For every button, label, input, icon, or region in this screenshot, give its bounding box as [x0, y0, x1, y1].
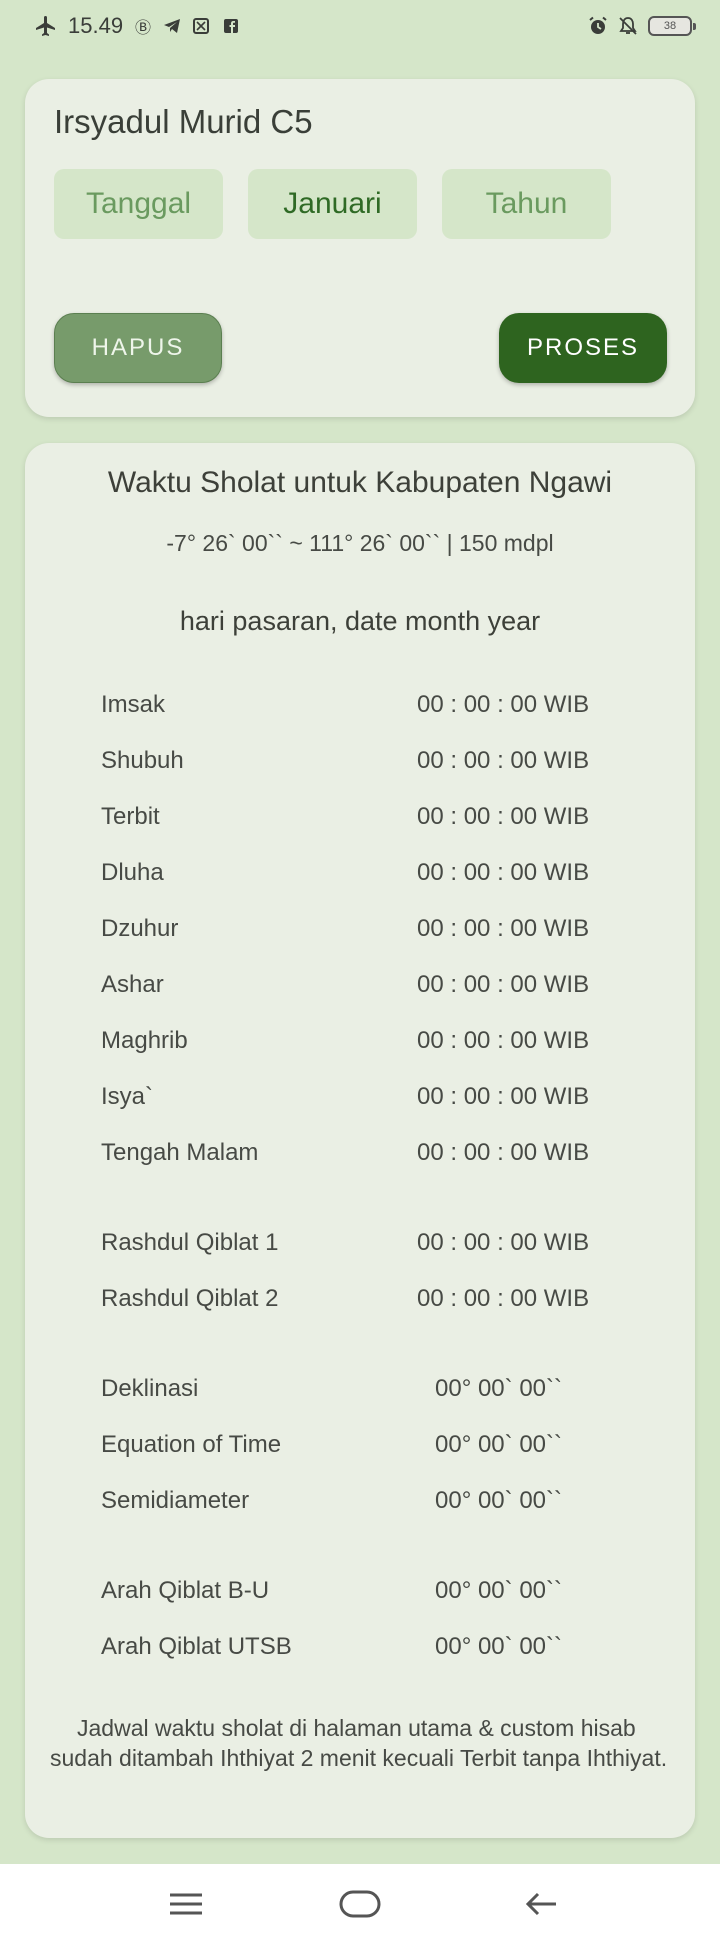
prayer-time: 00 : 00 : 00 WIB	[417, 915, 590, 942]
qiblat-time-value: 00 : 00 : 00 WIB	[417, 1229, 590, 1256]
prayer-row: Imsak 00 : 00 : 00 WIB	[101, 691, 621, 725]
qiblat-direction-label: Arah Qiblat UTSB	[101, 1633, 292, 1660]
qiblat-direction-label: Arah Qiblat B-U	[101, 1577, 270, 1604]
result-title: Waktu Sholat untuk Kabupaten Ngawi	[107, 466, 613, 499]
prayer-time: 00 : 00 : 00 WIB	[417, 803, 590, 830]
alarm-icon	[588, 16, 608, 36]
prayer-row: Terbit 00 : 00 : 00 WIB	[101, 803, 621, 837]
status-time: 15.49	[68, 13, 124, 38]
status-left: 15.49 Ⓑ	[34, 13, 243, 39]
prayer-row: Dluha 00 : 00 : 00 WIB	[101, 859, 621, 893]
prayer-row: Maghrib 00 : 00 : 00 WIB	[101, 1027, 621, 1061]
screenshot-icon	[193, 18, 213, 34]
navigation-bar	[0, 1864, 720, 1942]
qiblat-time-row: Rashdul Qiblat 1 00 : 00 : 00 WIB	[101, 1229, 621, 1263]
telegram-icon	[163, 18, 183, 34]
astro-value: 00° 00` 00``	[435, 1487, 562, 1514]
book-title: Irsyadul Murid C5	[54, 103, 313, 140]
status-right: 38	[588, 16, 696, 36]
battery-level: 38	[663, 20, 677, 32]
qiblat-direction-row: Arah Qiblat B-U 00° 00` 00``	[101, 1577, 621, 1611]
qiblat-time-label: Rashdul Qiblat 2	[101, 1285, 279, 1312]
astro-label: Semidiameter	[101, 1487, 250, 1514]
mute-icon	[618, 16, 638, 36]
month-field[interactable]: Januari	[248, 169, 417, 239]
date-line: hari pasaran, date month year	[179, 606, 541, 636]
coordinates-text: -7° 26` 00`` ~ 111° 26` 00`` | 150 mdpl	[166, 530, 554, 556]
year-field[interactable]: Tahun	[442, 169, 611, 239]
prayer-label: Terbit	[101, 803, 160, 830]
qiblat-direction-value: 00° 00` 00``	[435, 1577, 562, 1604]
prayer-time: 00 : 00 : 00 WIB	[417, 691, 590, 718]
prayer-time: 00 : 00 : 00 WIB	[417, 1027, 590, 1054]
prayer-time: 00 : 00 : 00 WIB	[417, 971, 590, 998]
day-field[interactable]: Tanggal	[54, 169, 223, 239]
ihthiyat-note: Jadwal waktu sholat di halaman utama & c…	[50, 1715, 668, 1771]
prayer-time: 00 : 00 : 00 WIB	[417, 747, 590, 774]
prayer-label: Maghrib	[101, 1027, 188, 1054]
status-bar: 15.49 Ⓑ 38	[0, 0, 720, 52]
prayer-row: Isya` 00 : 00 : 00 WIB	[101, 1083, 621, 1117]
home-icon[interactable]	[338, 1884, 382, 1929]
prayer-label: Dzuhur	[101, 915, 179, 942]
astro-row: Semidiameter 00° 00` 00``	[101, 1487, 621, 1521]
qiblat-time-label: Rashdul Qiblat 1	[101, 1229, 279, 1256]
menu-icon[interactable]	[166, 1884, 206, 1929]
astro-row: Equation of Time 00° 00` 00``	[101, 1431, 621, 1465]
prayer-label: Isya`	[101, 1083, 154, 1110]
reset-button[interactable]: HAPUS	[54, 313, 222, 383]
astro-label: Deklinasi	[101, 1375, 199, 1402]
b-icon: Ⓑ	[135, 20, 152, 37]
battery-icon: 38	[648, 16, 696, 36]
result-card: Waktu Sholat untuk Kabupaten Ngawi -7° 2…	[25, 443, 695, 1838]
back-icon[interactable]	[522, 1884, 562, 1929]
prayer-label: Ashar	[101, 971, 164, 998]
prayer-row: Shubuh 00 : 00 : 00 WIB	[101, 747, 621, 781]
prayer-label: Tengah Malam	[101, 1139, 259, 1166]
astro-label: Equation of Time	[101, 1431, 282, 1458]
prayer-label: Dluha	[101, 859, 164, 886]
qiblat-time-value: 00 : 00 : 00 WIB	[417, 1285, 590, 1312]
qiblat-direction-row: Arah Qiblat UTSB 00° 00` 00``	[101, 1633, 621, 1667]
qiblat-time-row: Rashdul Qiblat 2 00 : 00 : 00 WIB	[101, 1285, 621, 1319]
astro-row: Deklinasi 00° 00` 00``	[101, 1375, 621, 1409]
input-card: Irsyadul Murid C5 Tanggal Januari Tahun …	[25, 79, 695, 417]
facebook-icon	[223, 18, 243, 34]
prayer-label: Shubuh	[101, 747, 184, 774]
process-button[interactable]: PROSES	[499, 313, 667, 383]
prayer-time: 00 : 00 : 00 WIB	[417, 1083, 590, 1110]
qiblat-direction-value: 00° 00` 00``	[435, 1633, 562, 1660]
prayer-row: Dzuhur 00 : 00 : 00 WIB	[101, 915, 621, 949]
prayer-row: Tengah Malam 00 : 00 : 00 WIB	[101, 1139, 621, 1173]
astro-value: 00° 00` 00``	[435, 1375, 562, 1402]
prayer-label: Imsak	[101, 691, 166, 718]
prayer-row: Ashar 00 : 00 : 00 WIB	[101, 971, 621, 1005]
airplane-icon	[34, 14, 58, 38]
prayer-time: 00 : 00 : 00 WIB	[417, 1139, 590, 1166]
astro-value: 00° 00` 00``	[435, 1431, 562, 1458]
prayer-time: 00 : 00 : 00 WIB	[417, 859, 590, 886]
